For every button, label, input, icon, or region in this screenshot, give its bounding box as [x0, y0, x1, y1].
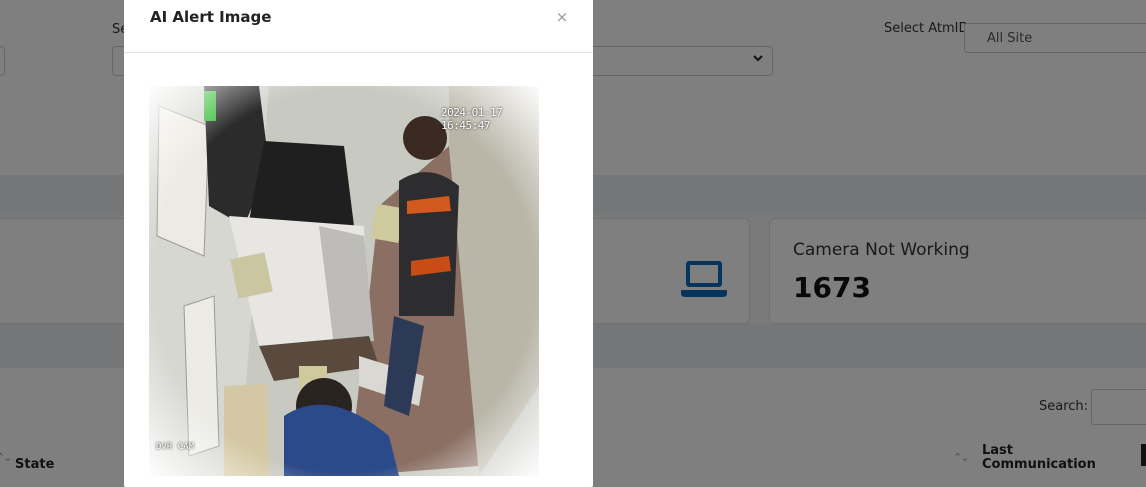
modal-title: AI Alert Image: [150, 8, 272, 26]
atm-cctv-frame: [149, 86, 539, 476]
modal-header: AI Alert Image ×: [124, 0, 593, 53]
alert-image: 2024-01-17 16:45:47 DVR CAM: [149, 86, 539, 476]
close-icon[interactable]: ×: [555, 8, 569, 26]
timestamp-overlay: 2024-01-17 16:45:47: [441, 106, 503, 132]
ai-alert-modal: AI Alert Image × 2024-01-17 16:45:47 DVR…: [124, 0, 593, 487]
camera-label-overlay: DVR CAM: [156, 442, 194, 452]
